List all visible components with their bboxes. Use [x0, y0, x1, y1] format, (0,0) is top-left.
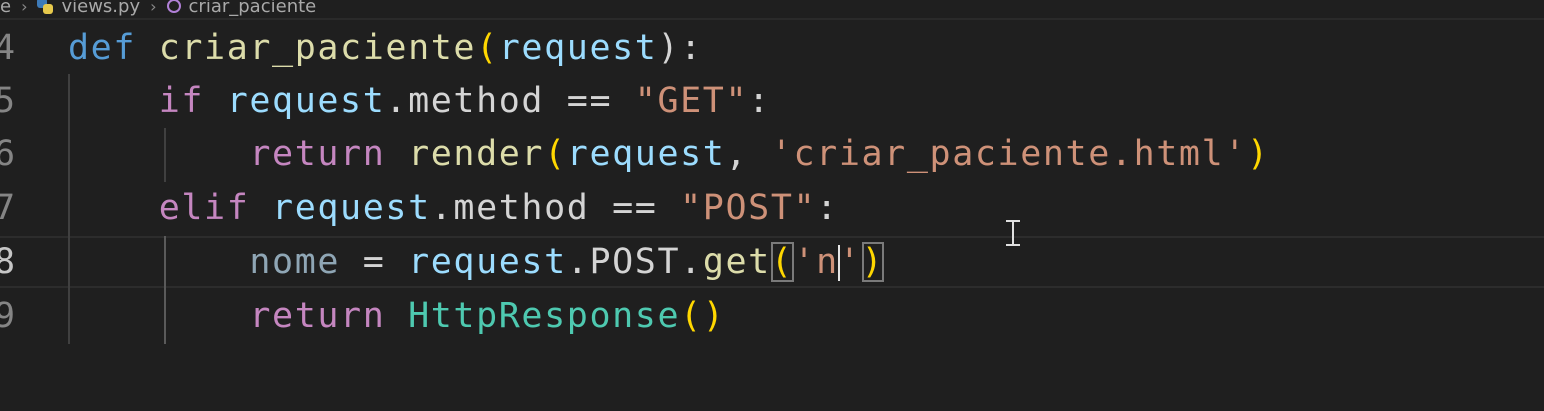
paren-colon: ): — [657, 28, 703, 68]
breadcrumb-chevron-icon: › — [21, 0, 28, 16]
breadcrumb-file[interactable]: views.py — [61, 0, 140, 17]
line-number: 6 — [0, 134, 16, 174]
breadcrumb-symbol[interactable]: criar_paciente — [189, 0, 317, 17]
code-line-current[interactable]: 8 nome = request.POST.get('n') — [0, 236, 1544, 288]
function-call: render — [408, 134, 545, 174]
variable-request: request — [272, 188, 431, 228]
line-content[interactable]: nome = request.POST.get('n') — [68, 242, 885, 282]
parens: () — [680, 296, 726, 336]
attribute-compare: .method == — [430, 188, 681, 228]
line-number: 4 — [0, 28, 16, 68]
code-line[interactable]: 4 def criar_paciente(request): — [0, 22, 1544, 74]
line-content[interactable]: return render(request, 'criar_paciente.h… — [68, 134, 1270, 174]
colon: : — [816, 188, 839, 228]
keyword-return: return — [249, 134, 386, 174]
class-name: HttpResponse — [408, 296, 681, 336]
code-line[interactable]: 7 elif request.method == "POST": — [0, 182, 1544, 234]
breadcrumb-chevron-icon: › — [150, 0, 157, 16]
paren: ) — [1246, 134, 1270, 174]
variable-nome: nome — [249, 242, 341, 282]
string-literal: "GET" — [634, 81, 749, 121]
method-get: get — [702, 242, 771, 282]
breadcrumb: e › views.py › criar_paciente — [0, 0, 1544, 18]
colon: : — [748, 81, 771, 121]
line-number: 9 — [0, 296, 16, 336]
function-name: criar_paciente — [158, 28, 477, 68]
line-number: 8 — [0, 242, 16, 282]
keyword-def: def — [68, 28, 137, 68]
string-literal: 'n — [793, 242, 839, 282]
function-symbol-icon — [166, 0, 181, 13]
breadcrumb-divider — [0, 18, 1544, 20]
string-literal: "POST" — [680, 188, 817, 228]
paren: ( — [476, 28, 499, 68]
line-content[interactable]: elif request.method == "POST": — [68, 188, 839, 228]
paren: ( — [544, 134, 567, 174]
attribute-compare: .method == — [385, 81, 635, 121]
code-line[interactable]: 9 return HttpResponse() — [0, 290, 1544, 342]
python-file-icon — [37, 0, 54, 14]
variable-request: request — [566, 134, 726, 174]
paren-open-matched: ( — [770, 242, 794, 282]
keyword-if: if — [158, 81, 205, 121]
paren-close-matched: ) — [861, 242, 885, 282]
line-number: 7 — [0, 188, 16, 228]
line-content[interactable]: if request.method == "GET": — [68, 81, 771, 121]
variable-request: request — [408, 242, 567, 282]
assign: = — [340, 242, 409, 282]
breadcrumb-folder[interactable]: e — [0, 0, 11, 17]
line-content[interactable]: def criar_paciente(request): — [68, 28, 703, 68]
comma: , — [725, 134, 771, 174]
ibeam-cursor-icon — [1006, 220, 1020, 246]
keyword-return: return — [249, 296, 386, 336]
line-number: 5 — [0, 81, 16, 121]
keyword-elif: elif — [158, 188, 250, 228]
code-editor[interactable]: e › views.py › criar_paciente 4 def cria… — [0, 0, 1544, 411]
parameter: request — [498, 28, 658, 68]
variable-request: request — [226, 81, 386, 121]
code-line[interactable]: 5 if request.method == "GET": — [0, 75, 1544, 127]
line-content[interactable]: return HttpResponse() — [68, 296, 725, 336]
string-literal: 'criar_paciente.html' — [770, 134, 1247, 174]
attribute-post: .POST. — [566, 242, 703, 282]
string-quote: ' — [838, 242, 862, 282]
code-line[interactable]: 6 return render(request, 'criar_paciente… — [0, 128, 1544, 180]
